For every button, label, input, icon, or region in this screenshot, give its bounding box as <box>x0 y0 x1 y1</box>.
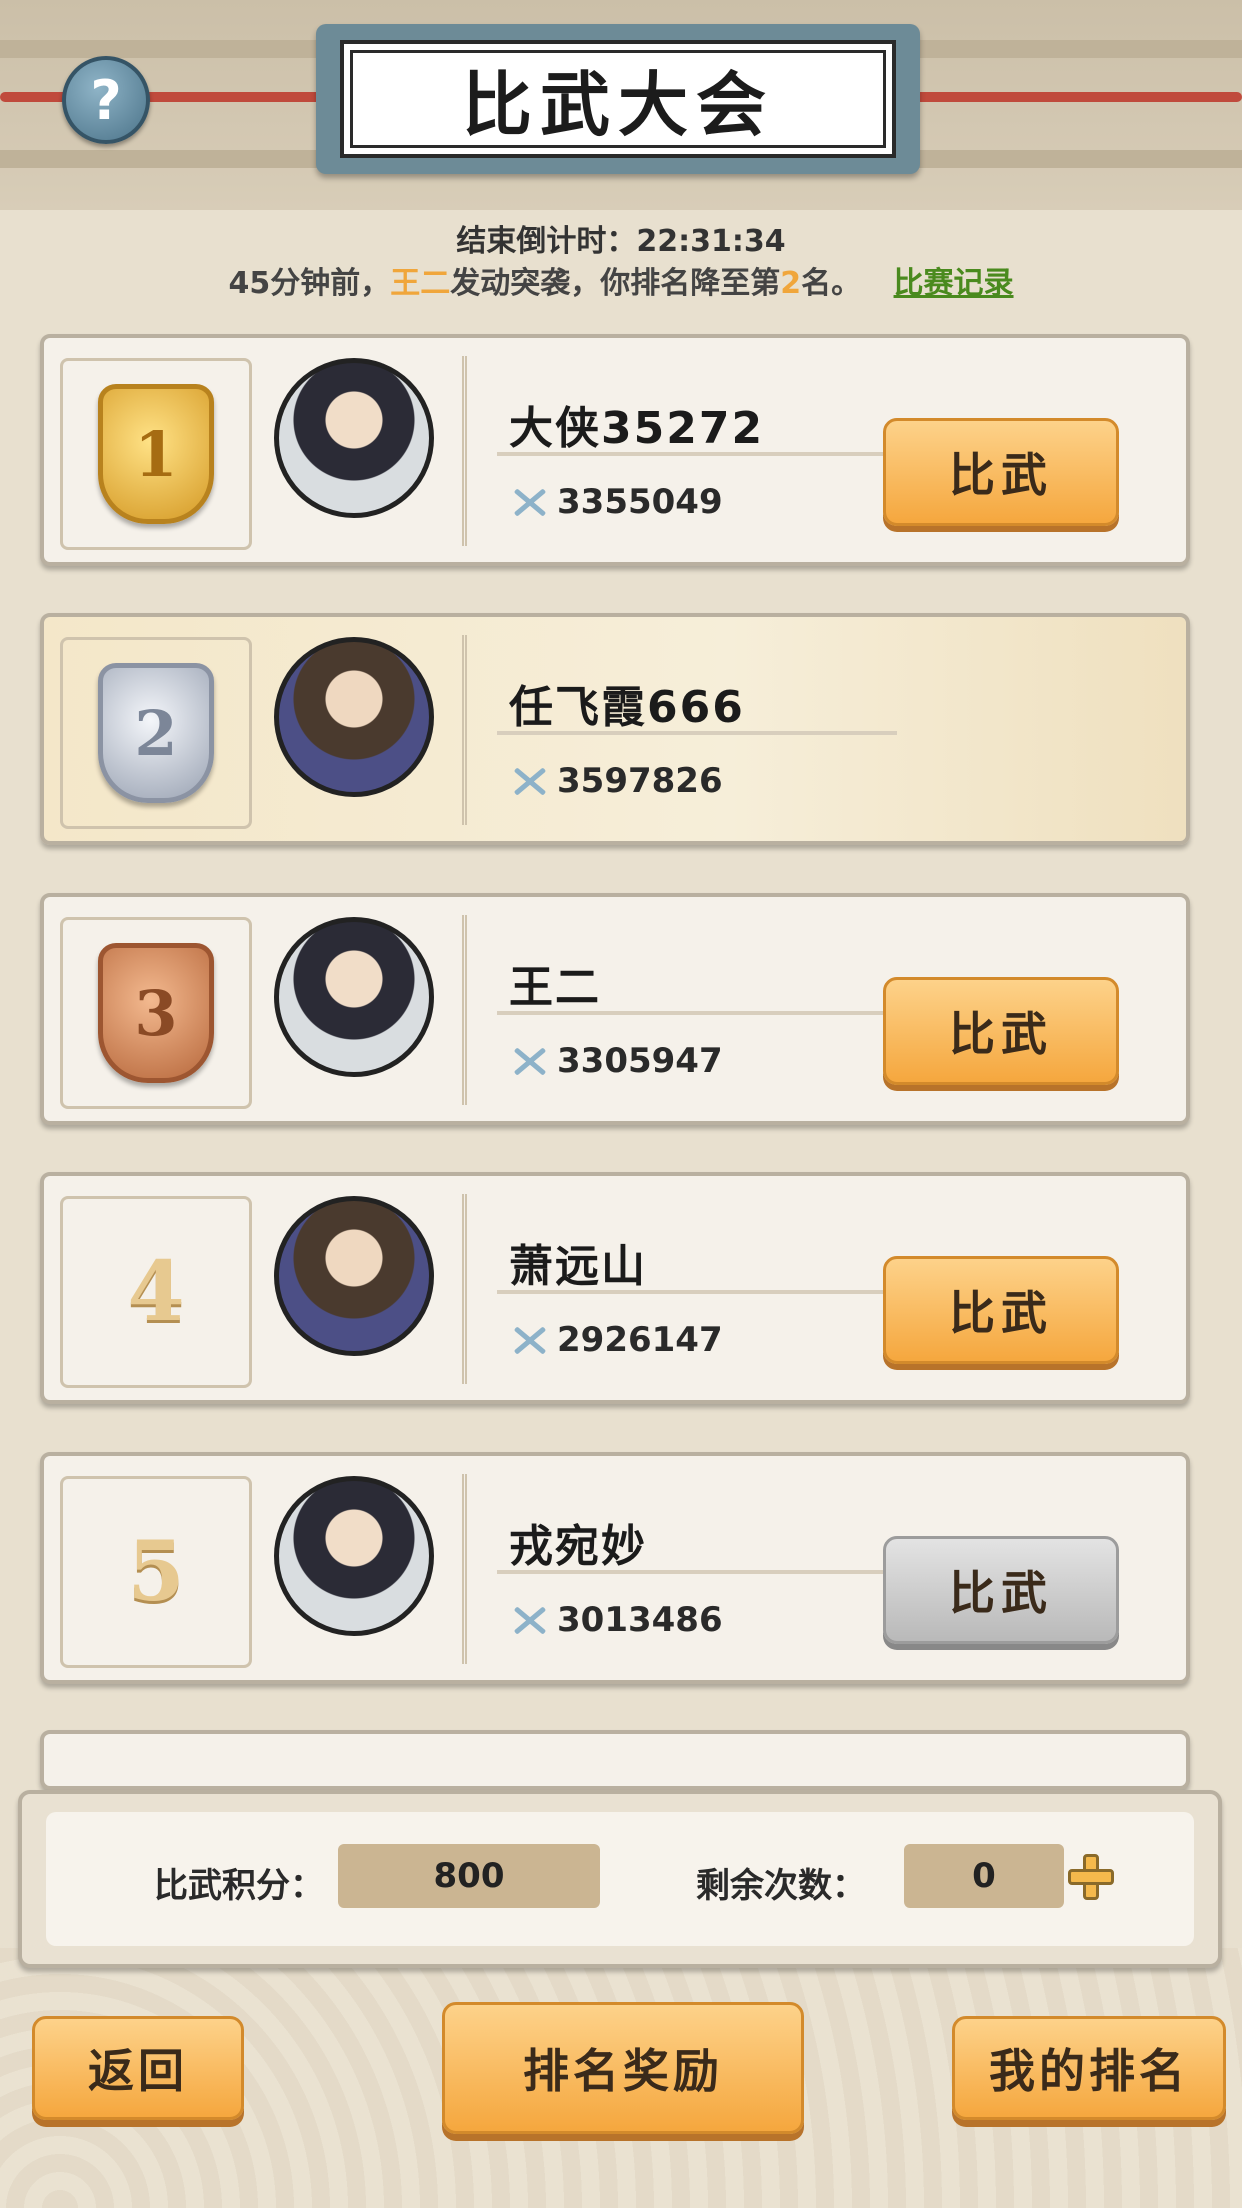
combat-power: 3305947 <box>509 1041 723 1081</box>
rank-number: 1 <box>134 417 178 491</box>
gold-medal-icon: 1 <box>98 384 214 524</box>
back-button[interactable]: 返回 <box>32 2016 244 2120</box>
rope-right <box>910 92 1242 102</box>
avatar[interactable] <box>274 1476 434 1636</box>
player-name: 任飞霞666 <box>509 682 745 733</box>
crossed-swords-icon <box>509 485 549 519</box>
power-value: 3305947 <box>557 1041 723 1081</box>
combat-power: 2926147 <box>509 1320 723 1360</box>
power-value: 3355049 <box>557 482 723 522</box>
remaining-value: 0 <box>904 1844 1064 1908</box>
match-record-link[interactable]: 比赛记录 <box>894 266 1014 301</box>
player-name: 王二 <box>509 962 601 1013</box>
player-card: 4 萧远山 2926147 比武 <box>40 1172 1190 1404</box>
player-info: 萧远山 2926147 比武 <box>462 1194 1167 1384</box>
crossed-swords-icon <box>509 1603 549 1637</box>
combat-power: 3355049 <box>509 482 723 522</box>
plus-icon[interactable] <box>1068 1854 1114 1900</box>
challenge-button[interactable]: 比武 <box>883 418 1119 526</box>
combat-power: 3013486 <box>509 1600 723 1640</box>
combat-power: 3597826 <box>509 761 723 801</box>
rank-number: 4 <box>127 1244 185 1340</box>
divider <box>497 1011 897 1015</box>
player-info: 任飞霞666 3597826 <box>462 635 1167 825</box>
power-value: 3597826 <box>557 761 723 801</box>
notice-prefix: 45分钟前， <box>228 266 391 301</box>
score-panel-inner: 比武积分： 800 剩余次数： 0 <box>46 1812 1194 1946</box>
silver-medal-icon: 2 <box>98 663 214 803</box>
help-button[interactable]: ? <box>62 56 150 144</box>
notice-suffix: 名。 <box>801 266 862 301</box>
title-frame: 比武大会 <box>340 40 896 158</box>
rank-box: 5 <box>60 1476 252 1668</box>
rank-box: 1 <box>60 358 252 550</box>
avatar[interactable] <box>274 637 434 797</box>
divider <box>497 731 897 735</box>
remaining-label: 剩余次数： <box>696 1866 866 1906</box>
crossed-swords-icon <box>509 1323 549 1357</box>
crossed-swords-icon <box>509 764 549 798</box>
player-info: 王二 3305947 比武 <box>462 915 1167 1105</box>
rank-number: 3 <box>134 976 178 1050</box>
question-icon: ? <box>90 68 122 132</box>
notice-attacker: 王二 <box>390 266 451 301</box>
rank-rewards-button[interactable]: 排名奖励 <box>442 2002 804 2134</box>
bronze-medal-icon: 3 <box>98 943 214 1083</box>
player-name: 萧远山 <box>509 1241 647 1292</box>
rope-left <box>0 92 330 102</box>
player-card-self: 2 任飞霞666 3597826 <box>40 613 1190 845</box>
rank-box: 3 <box>60 917 252 1109</box>
rank-number: 5 <box>127 1524 185 1620</box>
player-info: 戎宛妙 3013486 比武 <box>462 1474 1167 1664</box>
player-info: 大侠35272 3355049 比武 <box>462 356 1167 546</box>
rank-number: 2 <box>134 696 178 770</box>
notice-middle: 发动突袭，你排名降至第 <box>450 266 781 301</box>
player-name: 戎宛妙 <box>509 1521 647 1572</box>
rank-box: 4 <box>60 1196 252 1388</box>
avatar[interactable] <box>274 1196 434 1356</box>
rank-box: 2 <box>60 637 252 829</box>
divider <box>497 452 897 456</box>
player-card: 1 大侠35272 3355049 比武 <box>40 334 1190 566</box>
player-card-partial <box>40 1730 1190 1790</box>
title-plaque: 比武大会 <box>316 24 920 174</box>
page-title: 比武大会 <box>462 62 774 146</box>
notice-rank: 2 <box>780 266 802 301</box>
score-value: 800 <box>338 1844 600 1908</box>
score-panel: 比武积分： 800 剩余次数： 0 <box>18 1790 1222 1968</box>
my-rank-button[interactable]: 我的排名 <box>952 2016 1226 2120</box>
avatar[interactable] <box>274 917 434 1077</box>
challenge-button[interactable]: 比武 <box>883 1256 1119 1364</box>
player-name: 大侠35272 <box>509 403 765 454</box>
challenge-button[interactable]: 比武 <box>883 977 1119 1085</box>
countdown-timer: 结束倒计时：22:31:34 <box>456 224 786 259</box>
player-card: 3 王二 3305947 比武 <box>40 893 1190 1125</box>
score-label: 比武积分： <box>154 1866 324 1906</box>
crossed-swords-icon <box>509 1044 549 1078</box>
challenge-button-disabled[interactable]: 比武 <box>883 1536 1119 1644</box>
attack-notice: 45分钟前，王二发动突袭，你排名降至第2名。 比赛记录 <box>0 258 1242 302</box>
power-value: 3013486 <box>557 1600 723 1640</box>
avatar[interactable] <box>274 358 434 518</box>
divider <box>497 1570 897 1574</box>
power-value: 2926147 <box>557 1320 723 1360</box>
divider <box>497 1290 897 1294</box>
player-card: 5 戎宛妙 3013486 比武 <box>40 1452 1190 1684</box>
